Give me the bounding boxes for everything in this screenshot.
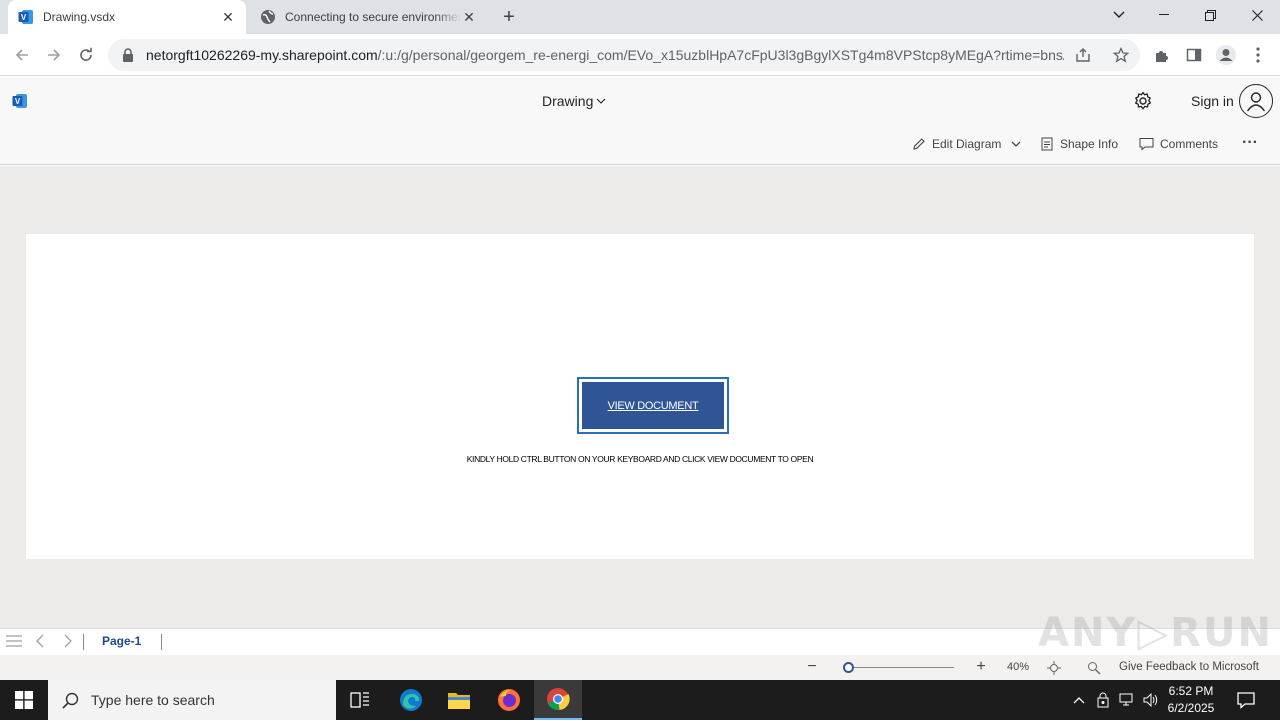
zoom-in-button[interactable]: + <box>973 658 989 676</box>
bookmark-star-icon[interactable] <box>1110 44 1132 66</box>
volume-icon[interactable] <box>1142 691 1160 709</box>
divider <box>161 634 162 650</box>
url-text: netorgft10262269-my.sharepoint.com/:u:/g… <box>146 47 1064 63</box>
page-tab-bar: Page-1 <box>0 628 1280 655</box>
zoom-slider-track[interactable] <box>848 667 954 668</box>
zoom-magnifier-icon[interactable] <box>1087 661 1101 675</box>
visio-header: V Drawing Sign in <box>0 77 1280 125</box>
comment-icon <box>1139 138 1154 151</box>
status-bar: − + 40% Give Feedback to Microsoft <box>0 655 1280 680</box>
tab-title: Drawing.vsdx <box>43 10 116 24</box>
edit-diagram-button[interactable]: Edit Diagram <box>912 137 1021 151</box>
close-tab-icon[interactable]: ✕ <box>220 9 236 25</box>
profile-icon[interactable] <box>1214 43 1238 67</box>
side-panel-icon[interactable] <box>1182 43 1206 67</box>
visio-icon: V <box>18 9 34 25</box>
new-tab-button[interactable]: + <box>498 7 520 29</box>
close-window-button[interactable] <box>1234 0 1280 30</box>
chrome-icon[interactable] <box>534 680 582 720</box>
windows-taskbar: Type here to search 6:52 PM 6/2/2025 <box>0 680 1280 720</box>
forward-icon[interactable] <box>42 43 66 67</box>
tab-connecting[interactable]: Connecting to secure environment ✕ <box>250 0 487 34</box>
system-clock[interactable]: 6:52 PM 6/2/2025 <box>1160 683 1222 717</box>
search-icon <box>62 692 79 709</box>
diagram-page: VIEW DOCUMENT KINDLY HOLD CTRL BUTTON ON… <box>26 234 1254 559</box>
comments-label: Comments <box>1160 137 1219 151</box>
windows-logo-icon <box>15 691 33 709</box>
chevron-up-icon[interactable] <box>1070 691 1088 709</box>
zoom-level[interactable]: 40% <box>1007 661 1029 673</box>
url-domain: netorgft10262269-my.sharepoint.com <box>146 47 378 63</box>
browser-tab-strip: V Drawing.vsdx ✕ Connecting to secure en… <box>0 0 1280 34</box>
search-placeholder: Type here to search <box>91 692 215 708</box>
hamburger-menu-icon[interactable] <box>6 634 22 650</box>
feedback-link[interactable]: Give Feedback to Microsoft <box>1119 661 1259 673</box>
pencil-icon <box>913 138 925 150</box>
document-title-text: Drawing <box>542 93 594 109</box>
drawing-canvas[interactable]: VIEW DOCUMENT KINDLY HOLD CTRL BUTTON ON… <box>0 166 1280 628</box>
url-path: /:u:/g/personal/georgem_re-energi_com/EV… <box>377 47 1064 63</box>
view-document-shape[interactable]: VIEW DOCUMENT <box>577 377 729 434</box>
tab-search-icon[interactable] <box>1096 0 1142 30</box>
shape-info-icon <box>1041 137 1053 151</box>
close-tab-icon[interactable]: ✕ <box>461 9 477 25</box>
shape-info-button[interactable]: Shape Info <box>1040 137 1118 151</box>
document-title[interactable]: Drawing <box>542 93 606 109</box>
restore-button[interactable] <box>1187 0 1233 30</box>
clock-time: 6:52 PM <box>1168 684 1214 698</box>
instruction-text: KINDLY HOLD CTRL BUTTON ON YOUR KEYBOARD… <box>466 454 814 464</box>
globe-icon <box>260 9 276 25</box>
chrome-menu-icon[interactable] <box>1246 43 1270 67</box>
tab-page-1[interactable]: Page-1 <box>102 634 141 648</box>
chevron-down-icon <box>596 98 606 104</box>
minimize-button[interactable] <box>1141 0 1187 30</box>
zoom-out-button[interactable]: − <box>804 658 820 676</box>
fit-to-window-icon[interactable] <box>1047 661 1061 675</box>
previous-page-icon[interactable] <box>32 634 48 650</box>
firefox-icon[interactable] <box>485 680 533 720</box>
tab-title: Connecting to secure environment <box>285 10 461 24</box>
clock-date: 6/2/2025 <box>1167 701 1215 715</box>
sign-in-link[interactable]: Sign in <box>1191 93 1234 109</box>
share-icon[interactable] <box>1072 44 1094 66</box>
edit-diagram-label: Edit Diagram <box>932 137 1002 151</box>
task-view-icon[interactable] <box>336 680 384 720</box>
taskbar-search-box[interactable]: Type here to search <box>48 680 336 720</box>
lock-icon[interactable] <box>120 47 136 63</box>
chevron-down-icon <box>1011 141 1021 147</box>
address-bar[interactable]: netorgft10262269-my.sharepoint.com/:u:/g… <box>108 39 1140 71</box>
edge-icon[interactable] <box>387 680 435 720</box>
network-icon[interactable] <box>1118 691 1136 709</box>
visio-command-bar: Edit Diagram Shape Info Comments ··· <box>0 125 1280 165</box>
security-tray-icon[interactable] <box>1094 691 1112 709</box>
gear-icon[interactable] <box>1133 91 1153 111</box>
tab-drawing[interactable]: V Drawing.vsdx ✕ <box>8 0 246 34</box>
reload-icon[interactable] <box>74 43 98 67</box>
zoom-slider-thumb[interactable] <box>843 662 854 673</box>
more-options-icon[interactable]: ··· <box>1242 134 1258 152</box>
browser-toolbar: netorgft10262269-my.sharepoint.com/:u:/g… <box>0 34 1280 76</box>
file-explorer-icon[interactable] <box>435 680 483 720</box>
extensions-icon[interactable] <box>1150 43 1174 67</box>
svg-text:V: V <box>15 97 21 106</box>
back-icon[interactable] <box>10 43 34 67</box>
svg-text:V: V <box>21 13 27 22</box>
notification-icon[interactable] <box>1236 690 1256 710</box>
divider <box>83 634 84 650</box>
start-button[interactable] <box>0 680 48 720</box>
shape-info-label: Shape Info <box>1060 137 1119 151</box>
visio-logo-icon[interactable]: V <box>12 93 28 109</box>
view-document-button[interactable]: VIEW DOCUMENT <box>582 382 724 429</box>
next-page-icon[interactable] <box>60 634 76 650</box>
avatar-icon[interactable] <box>1239 84 1273 118</box>
comments-button[interactable]: Comments <box>1139 137 1218 151</box>
